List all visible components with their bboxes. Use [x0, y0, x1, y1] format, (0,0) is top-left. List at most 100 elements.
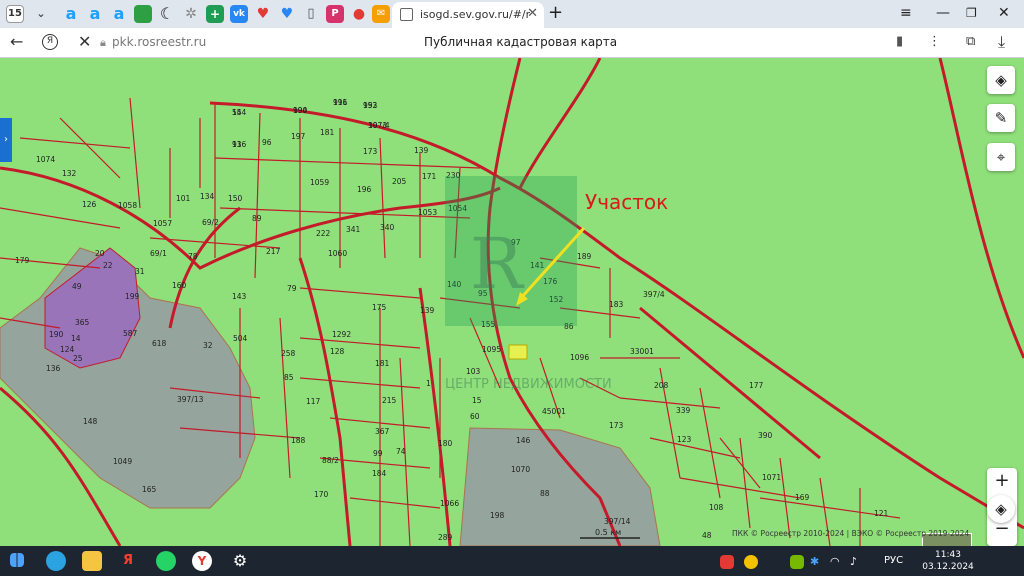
parcel-label: 194 — [293, 106, 308, 115]
parcel-label: 1058 — [118, 201, 137, 210]
parcel-label: 180 — [438, 439, 453, 448]
watermark-letter: R — [470, 223, 525, 305]
cadastral-map[interactable]: 154 990 991 992 1073 93 96 197 181 173 139 1074 132 1… — [0, 58, 1024, 546]
selected-plot[interactable] — [508, 344, 528, 360]
parcel-label: 198 — [490, 511, 505, 520]
parcel-label: 32 — [203, 341, 213, 350]
tray-app-icon[interactable] — [720, 555, 734, 569]
restore-icon[interactable]: ❐ — [966, 6, 977, 20]
ruler-icon[interactable]: ✎ — [987, 104, 1015, 132]
tabs-dropdown-icon[interactable]: ⌄ — [32, 5, 50, 23]
parcel-label: 199 — [125, 292, 140, 301]
parcel-label: 25 — [73, 354, 83, 363]
clock[interactable]: 11:43 03.12.2024 — [920, 549, 976, 573]
tab-avito-icon-2[interactable]: a — [86, 5, 104, 23]
sidebar-toggle-icon[interactable]: › — [0, 118, 12, 162]
parcel-label: 1049 — [113, 457, 132, 466]
map-copyright: ПКК © Росреестр 2010-2024 | ВЭКО © Росре… — [732, 529, 970, 538]
tab-vk-icon[interactable]: vk — [230, 5, 248, 23]
parcel-label: 116 — [232, 140, 247, 149]
minimize-icon[interactable]: — — [936, 5, 950, 21]
parcel-label: 139 — [420, 306, 435, 315]
parcel-label: 96 — [262, 138, 272, 147]
parcel-label: 54 — [232, 108, 242, 117]
layers-icon[interactable]: ◈ — [987, 66, 1015, 94]
parcel-label: 101 — [176, 194, 191, 203]
bookmark-icon[interactable]: ▮ — [896, 34, 903, 49]
tray-app-icon-2[interactable] — [744, 555, 758, 569]
nvidia-icon[interactable] — [790, 555, 804, 569]
tab-strip: 15 ⌄ a a a ☾ ✲ + vk ♥ ♥ ▯ P ● ✉ isogd.se… — [0, 0, 1024, 28]
back-icon[interactable]: ← — [10, 32, 23, 51]
parcel-label: 183 — [609, 300, 624, 309]
address-bar: ← Я ✕ 🔒︎ pkk.rosreestr.ru Публичная када… — [0, 28, 1024, 58]
download-icon[interactable]: ⤓ — [998, 32, 1005, 52]
tab-moon-icon[interactable]: ☾ — [158, 5, 176, 23]
parcel-label: 126 — [82, 200, 97, 209]
parcel-label: 289 — [438, 533, 453, 542]
parcel-label: 60 — [470, 412, 480, 421]
tab-pink-icon[interactable]: P — [326, 5, 344, 23]
parcel-label: 85 — [284, 373, 294, 382]
telegram-icon[interactable] — [46, 551, 66, 571]
close-tab-icon[interactable]: ✕ — [527, 6, 538, 21]
parcel-label: 20 — [95, 249, 105, 258]
parcel-label: 173 — [363, 147, 378, 156]
tab-avito-icon-3[interactable]: a — [110, 5, 128, 23]
whatsapp-icon[interactable] — [156, 551, 176, 571]
tab-asterisk-icon[interactable]: ✲ — [182, 5, 200, 23]
parcel-label: 31 — [135, 267, 145, 276]
tab-sheet-icon[interactable]: + — [206, 5, 224, 23]
extension-icon[interactable]: ⋮ — [928, 34, 941, 49]
parcel-label: 153 — [363, 101, 378, 110]
bookmarks-menu-icon[interactable]: ≡ — [900, 5, 912, 21]
stop-loading-icon[interactable]: ✕ — [78, 32, 91, 51]
page-icon — [400, 8, 413, 21]
parcel-label: 99 — [373, 449, 383, 458]
tab-heart-icon[interactable]: ♥ — [254, 5, 272, 23]
tab-avito-icon[interactable]: a — [62, 5, 80, 23]
yandex-icon[interactable]: Y — [192, 551, 212, 571]
close-window-icon[interactable]: ✕ — [998, 5, 1010, 21]
tab-counter[interactable]: 15 — [6, 5, 24, 23]
parcel-label: 175 — [372, 303, 387, 312]
tab-mail-icon[interactable]: ✉ — [372, 5, 390, 23]
parcel-label: 117 — [306, 397, 321, 406]
parcel-label: 123 — [677, 435, 692, 444]
yandex-icon[interactable]: Я — [42, 34, 58, 50]
new-tab-button[interactable]: + — [548, 2, 563, 23]
zoom-in-button[interactable]: + — [987, 468, 1017, 494]
url-text[interactable]: pkk.rosreestr.ru — [112, 35, 206, 49]
parcel-label: 171 — [422, 172, 437, 181]
parcel-label: 88/2 — [322, 456, 339, 465]
parcel-label: 205 — [392, 177, 407, 186]
parcel-label: 504 — [233, 334, 248, 343]
bluetooth-icon[interactable]: ✱ — [810, 555, 822, 569]
active-tab[interactable]: isogd.sev.gov.ru/#/map?z ✕ — [392, 2, 544, 28]
active-tab-title: isogd.sev.gov.ru/#/map?z — [420, 8, 530, 21]
windows-start-icon[interactable] — [10, 553, 24, 567]
parcel-label: 128 — [330, 347, 345, 356]
language-indicator[interactable]: РУС — [884, 555, 903, 566]
parcel-label: 132 — [62, 169, 77, 178]
collections-icon[interactable]: ⧉ — [966, 34, 975, 49]
file-explorer-icon[interactable] — [82, 551, 102, 571]
compass-icon[interactable]: ◈ — [987, 495, 1015, 523]
tab-green-icon[interactable] — [134, 5, 152, 23]
map-canvas[interactable]: 154 990991 992107393 96197 181173 13910741321… — [0, 58, 1024, 546]
parcel-label: 48 — [702, 531, 712, 540]
tab-map-pin-icon[interactable]: ● — [350, 5, 368, 23]
page-title: Публичная кадастровая карта — [424, 35, 618, 49]
parcel-label: 160 — [172, 281, 187, 290]
parcel-label: 196 — [357, 185, 372, 194]
parcel-label: 69/1 — [150, 249, 167, 258]
tab-doc-icon[interactable]: ▯ — [302, 5, 320, 23]
tab-heart-blue-icon[interactable]: ♥ — [278, 5, 296, 23]
wifi-icon[interactable]: ◠ — [830, 555, 844, 569]
parcel-label: 1 — [426, 379, 431, 388]
locate-icon[interactable]: ⌖ — [987, 143, 1015, 171]
yandex-browser-icon[interactable]: Я — [118, 551, 138, 571]
volume-icon[interactable]: ♪ — [850, 555, 864, 569]
settings-gear-icon[interactable]: ⚙ — [230, 551, 250, 571]
parcel-label: 587 — [123, 329, 138, 338]
